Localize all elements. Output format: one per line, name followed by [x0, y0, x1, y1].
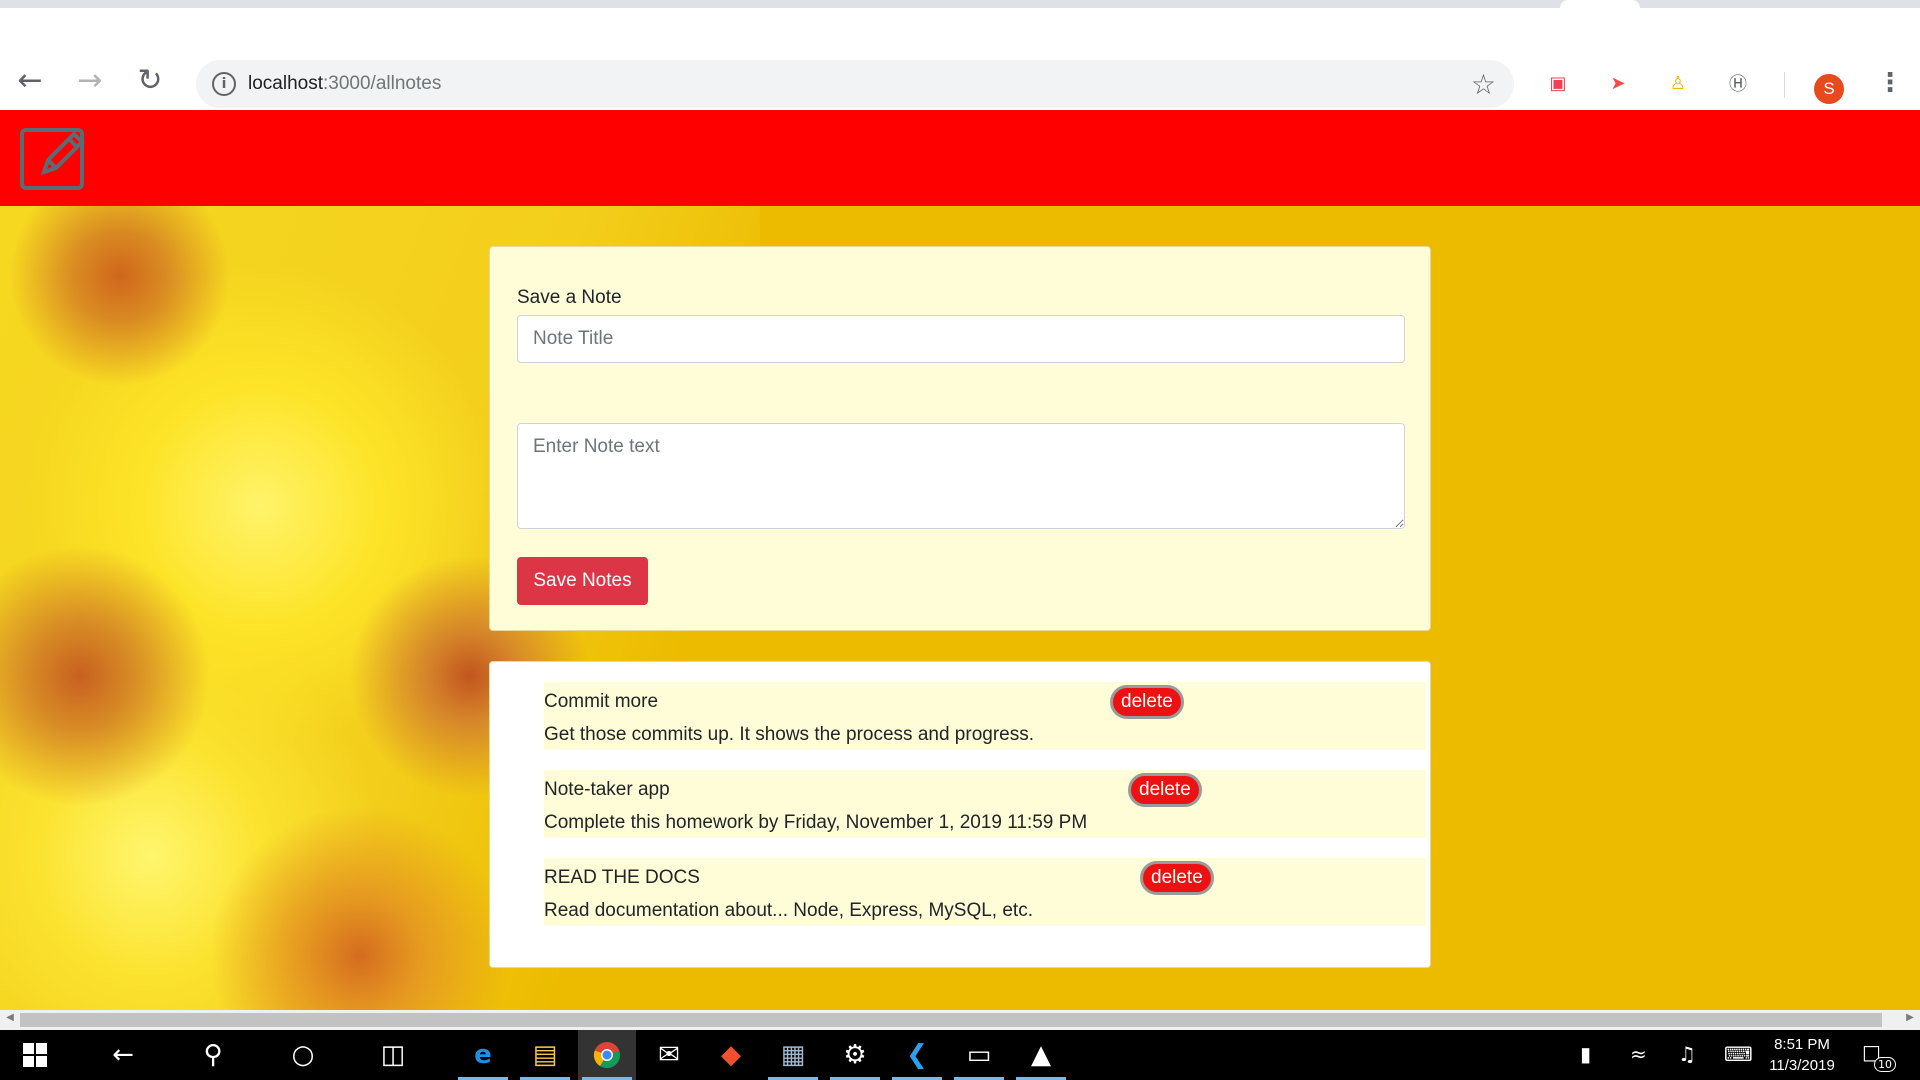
clock-date: 11/3/2019: [1769, 1057, 1835, 1074]
list-item: READ THE DOCS Read documentation about..…: [544, 858, 1426, 926]
scroll-right-icon[interactable]: ▶: [1902, 1012, 1918, 1023]
list-item: Commit more Get those commits up. It sho…: [544, 682, 1426, 750]
url-host: localhost: [248, 73, 323, 94]
address-bar[interactable]: i localhost:3000/allnotes ☆: [196, 60, 1514, 108]
ssms-icon[interactable]: ▦: [764, 1030, 822, 1080]
file-explorer-icon[interactable]: ▤: [516, 1030, 574, 1080]
url-text[interactable]: localhost:3000/allnotes: [248, 73, 441, 95]
note-text: Complete this homework by Friday, Novemb…: [544, 812, 1088, 833]
horizontal-scrollbar[interactable]: ◀ ▶: [0, 1010, 1920, 1030]
note-title: Commit more: [544, 691, 659, 712]
note-text: Read documentation about... Node, Expres…: [544, 900, 1033, 921]
url-path: :3000/allnotes: [323, 73, 442, 94]
vscode-icon[interactable]: ❮: [888, 1030, 946, 1080]
note-title: Note-taker app: [544, 779, 670, 800]
form-label: Save a Note: [517, 287, 622, 308]
wifi-icon[interactable]: ≈: [1630, 1042, 1647, 1066]
task-view-icon[interactable]: ◫: [364, 1030, 422, 1080]
forward-icon[interactable]: →: [68, 58, 112, 102]
profile-avatar[interactable]: S: [1814, 74, 1844, 104]
chrome-icon[interactable]: [578, 1030, 636, 1080]
list-item: Note-taker app Complete this homework by…: [544, 770, 1426, 838]
delete-button[interactable]: delete: [1128, 773, 1202, 807]
notification-count: 10: [1874, 1057, 1896, 1072]
notes-list: Commit more Get those commits up. It sho…: [489, 661, 1431, 968]
delete-button[interactable]: delete: [1110, 685, 1184, 719]
notification-icon[interactable]: □ 10: [1862, 1040, 1896, 1072]
navbar: [0, 110, 1920, 206]
star-icon[interactable]: ☆: [1471, 68, 1496, 101]
taskbar-clock[interactable]: 8:51 PM 11/3/2019: [1760, 1034, 1844, 1076]
delete-button[interactable]: delete: [1140, 861, 1214, 895]
git-icon[interactable]: ◆: [702, 1030, 760, 1080]
edit-pencil-icon[interactable]: [20, 128, 85, 190]
scroll-left-icon[interactable]: ◀: [2, 1012, 18, 1023]
back-icon[interactable]: ←: [8, 58, 52, 102]
toolbar-divider: [1784, 72, 1785, 98]
terminal-icon[interactable]: ▭: [950, 1030, 1008, 1080]
menu-dots-icon[interactable]: ⋮: [1876, 68, 1904, 108]
taskbar: ← ⚲ ○ ◫ e ▤ ✉ ◆ ▦ ⚙ ❮ ▭ ▲ ▮ ≈ ♫ ⌨ 8:51 P…: [0, 1030, 1920, 1080]
note-text: Get those commits up. It shows the proce…: [544, 724, 1035, 745]
volume-icon[interactable]: ♫: [1678, 1042, 1696, 1066]
pocket-extension-icon[interactable]: ▣: [1543, 68, 1573, 98]
note-title: READ THE DOCS: [544, 867, 700, 888]
browser-toolbar: ← → ↻ i localhost:3000/allnotes ☆ ▣ ➤ ♙ …: [0, 8, 1920, 110]
back-icon[interactable]: ←: [94, 1030, 152, 1080]
extension-red-arrow-icon[interactable]: ➤: [1603, 68, 1633, 98]
tab-strip: [0, 0, 1920, 8]
start-icon[interactable]: [6, 1030, 64, 1080]
edge-icon[interactable]: e: [454, 1030, 512, 1080]
page-viewport: Save a Note Save Notes Commit more Get t…: [0, 110, 1920, 1010]
extension-trophy-icon[interactable]: ♙: [1663, 68, 1693, 98]
save-note-form: Save a Note Save Notes: [489, 246, 1431, 631]
active-tab[interactable]: [1560, 0, 1640, 8]
reload-icon[interactable]: ↻: [128, 58, 172, 102]
extension-h-icon[interactable]: Ⓗ: [1723, 68, 1753, 98]
search-icon[interactable]: ⚲: [184, 1030, 242, 1080]
battery-icon[interactable]: ▮: [1580, 1042, 1591, 1066]
note-title-input[interactable]: [517, 315, 1405, 363]
scrollbar-thumb[interactable]: [20, 1013, 1882, 1027]
info-icon[interactable]: i: [212, 72, 236, 96]
mail-icon[interactable]: ✉: [640, 1030, 698, 1080]
settings-icon[interactable]: ⚙: [826, 1030, 884, 1080]
photos-icon[interactable]: ▲: [1012, 1030, 1070, 1080]
clock-time: 8:51 PM: [1774, 1036, 1830, 1053]
keyboard-icon[interactable]: ⌨: [1724, 1042, 1753, 1066]
note-text-input[interactable]: [517, 423, 1405, 529]
save-notes-button[interactable]: Save Notes: [517, 557, 648, 605]
cortana-icon[interactable]: ○: [274, 1030, 332, 1080]
